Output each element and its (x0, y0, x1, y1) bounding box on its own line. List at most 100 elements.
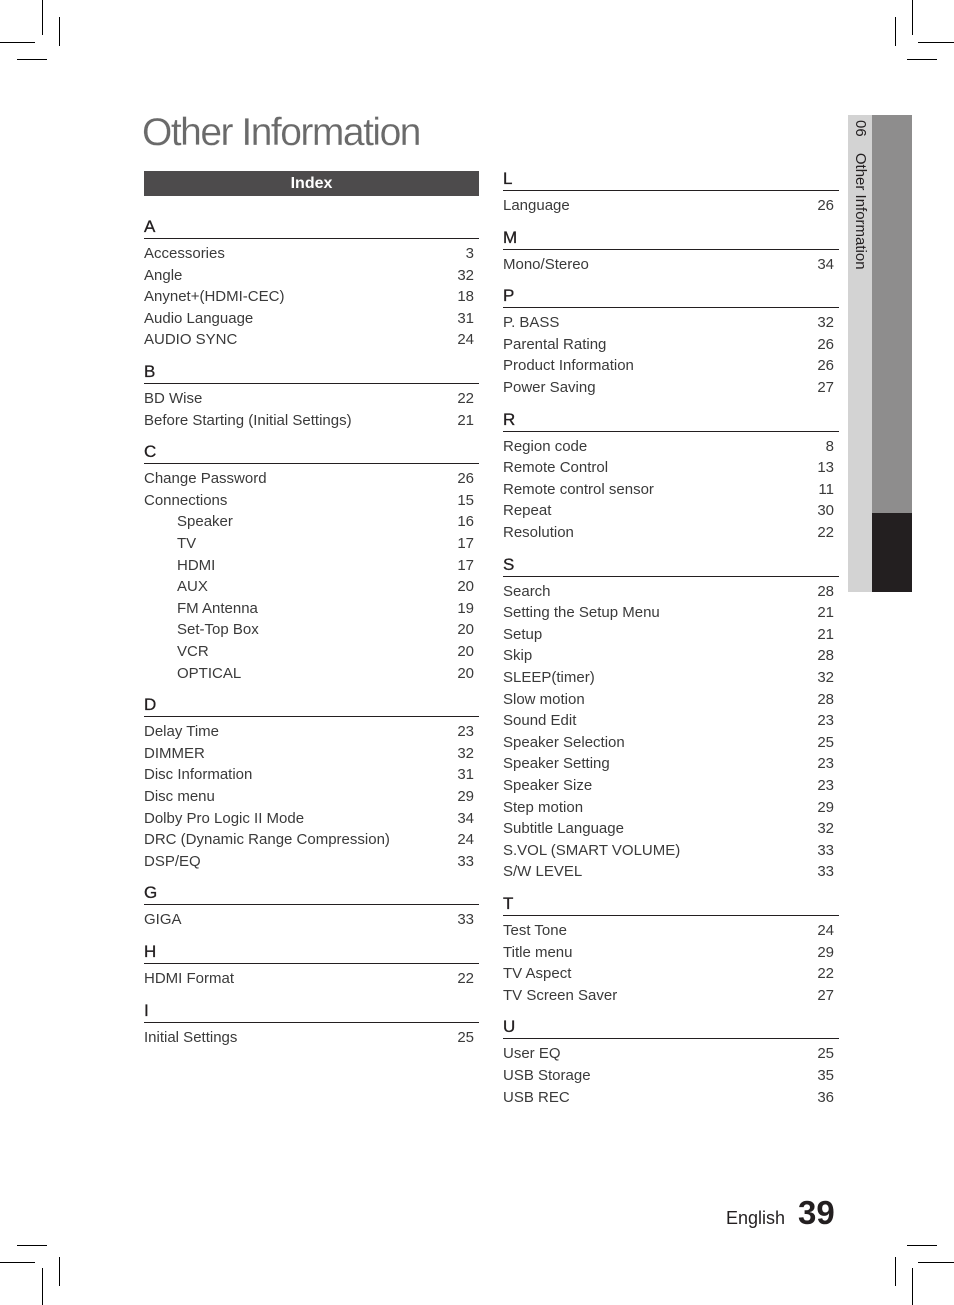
index-entry: Audio Language 31 (144, 308, 479, 330)
index-term: VCR (177, 642, 209, 660)
index-page-number: 23 (457, 723, 474, 741)
index-entry: Slow motion 28 (503, 689, 839, 711)
index-page-number: 18 (457, 288, 474, 306)
index-term: Subtitle Language (503, 820, 624, 838)
index-section-l: L Language 26 (503, 168, 839, 217)
index-page-number: 25 (817, 733, 834, 751)
index-entry: TV 17 (144, 533, 479, 555)
index-term: Region code (503, 437, 588, 455)
crop-mark (912, 1268, 913, 1305)
side-tab-label: 06 Other Information (850, 120, 870, 270)
section-letter: G (144, 882, 479, 906)
index-page-number: 33 (817, 863, 834, 881)
index-page-number: 20 (457, 664, 474, 682)
crop-mark (42, 1268, 43, 1305)
index-entry: Setting the Setup Menu 21 (503, 602, 839, 624)
section-letter: H (144, 941, 479, 964)
footer-language: English (726, 1208, 786, 1228)
crop-mark (59, 1257, 60, 1286)
index-page-number: 24 (817, 922, 834, 939)
index-page-number: 30 (817, 502, 834, 520)
index-term: Setting the Setup Menu (503, 604, 660, 622)
index-entry: Speaker Selection 25 (503, 732, 839, 754)
crop-mark (895, 1257, 896, 1286)
index-entry: Angle 32 (144, 265, 479, 287)
section-letter: C (144, 441, 479, 465)
index-term: Change Password (144, 470, 267, 488)
index-term: Speaker Selection (503, 733, 625, 751)
index-entry: Speaker Setting 23 (503, 753, 839, 775)
side-tab-grey-block (872, 115, 912, 513)
index-page-number: 22 (457, 970, 474, 987)
index-section-m: M Mono/Stereo 34 (503, 227, 839, 276)
index-entry: S/W LEVEL 33 (503, 861, 839, 883)
index-section-r: R Region code 8 Remote Control 13 Remote cont… (503, 409, 839, 544)
index-section-s: S Search 28 Setting the Setup Menu 21 Setup 21… (503, 554, 839, 883)
chapter-title: Other Information (852, 152, 869, 270)
index-page-number: 33 (817, 841, 834, 859)
index-page-number: 33 (457, 911, 474, 929)
index-page-number: 19 (457, 599, 474, 617)
index-entry: DRC (Dynamic Range Compression) 24 (144, 829, 479, 851)
page-number: 39 (798, 1194, 835, 1231)
section-letter: D (144, 694, 479, 718)
index-page-number: 29 (457, 787, 474, 805)
index-page-number: 28 (817, 582, 834, 600)
index-entry: Mono/Stereo 34 (503, 254, 839, 276)
crop-mark (918, 1262, 954, 1263)
index-term: P. BASS (503, 314, 560, 332)
crop-mark (0, 42, 35, 43)
section-letter: L (503, 168, 839, 191)
index-page-number: 22 (457, 390, 474, 407)
page-title: Other Information (142, 111, 422, 154)
index-page-number: 26 (457, 470, 474, 488)
index-entry: HDMI 17 (144, 555, 479, 577)
index-page-number: 34 (457, 809, 474, 827)
index-entry: Anynet+(HDMI-CEC) 18 (144, 286, 479, 308)
index-page-number: 24 (457, 331, 474, 349)
index-page-number: 32 (457, 266, 474, 284)
index-term: Title menu (503, 943, 573, 961)
index-entry: Speaker Size 23 (503, 775, 839, 797)
index-section-i: I Initial Settings 25 (144, 1000, 479, 1049)
index-term: Delay Time (144, 723, 220, 741)
index-term: Connections (144, 491, 228, 509)
index-heading: Index (144, 171, 479, 196)
index-term: OPTICAL (177, 664, 242, 682)
section-letter: A (144, 216, 479, 239)
crop-mark (912, 0, 913, 35)
index-section-p: P P. BASS 32 Parental Rating 26 Product Infor… (503, 285, 839, 398)
section-letter: T (503, 893, 839, 916)
index-page-number: 32 (817, 314, 834, 332)
index-term: DRC (Dynamic Range Compression) (144, 831, 390, 849)
index-page-number: 27 (817, 378, 834, 396)
side-tab-black-block (872, 513, 912, 592)
index-entry: Subtitle Language 32 (503, 818, 839, 840)
index-term: Sound Edit (503, 712, 577, 730)
index-entry: USB REC 36 (503, 1087, 839, 1109)
index-page-number: 21 (817, 604, 834, 622)
index-page-number: 25 (817, 1045, 834, 1063)
index-entry: Parental Rating 26 (503, 334, 839, 356)
index-entry: USB Storage 35 (503, 1065, 839, 1087)
index-entry: S.VOL (SMART VOLUME) 33 (503, 840, 839, 862)
index-page-number: 11 (818, 480, 834, 498)
index-entry: Test Tone 24 (503, 920, 839, 942)
index-term: AUX (177, 578, 208, 596)
crop-mark (0, 1262, 35, 1263)
index-entry: Delay Time 23 (144, 721, 479, 743)
index-entry: Region code 8 (503, 436, 839, 458)
index-term: Initial Settings (144, 1028, 238, 1046)
index-term: SLEEP(timer) (503, 668, 595, 686)
index-page-number: 28 (817, 690, 834, 708)
index-page-number: 34 (817, 255, 834, 273)
index-page-number: 31 (457, 309, 474, 327)
index-term: Setup (503, 625, 543, 643)
index-entry: DSP/EQ 33 (144, 851, 479, 873)
index-entry: Set-Top Box 20 (144, 619, 479, 641)
index-term: Slow motion (503, 690, 585, 708)
index-entry: Skip 28 (503, 645, 839, 667)
index-entry: HDMI Format 22 (144, 968, 479, 990)
section-letter: P (503, 285, 839, 309)
index-page-number: 21 (457, 411, 474, 429)
